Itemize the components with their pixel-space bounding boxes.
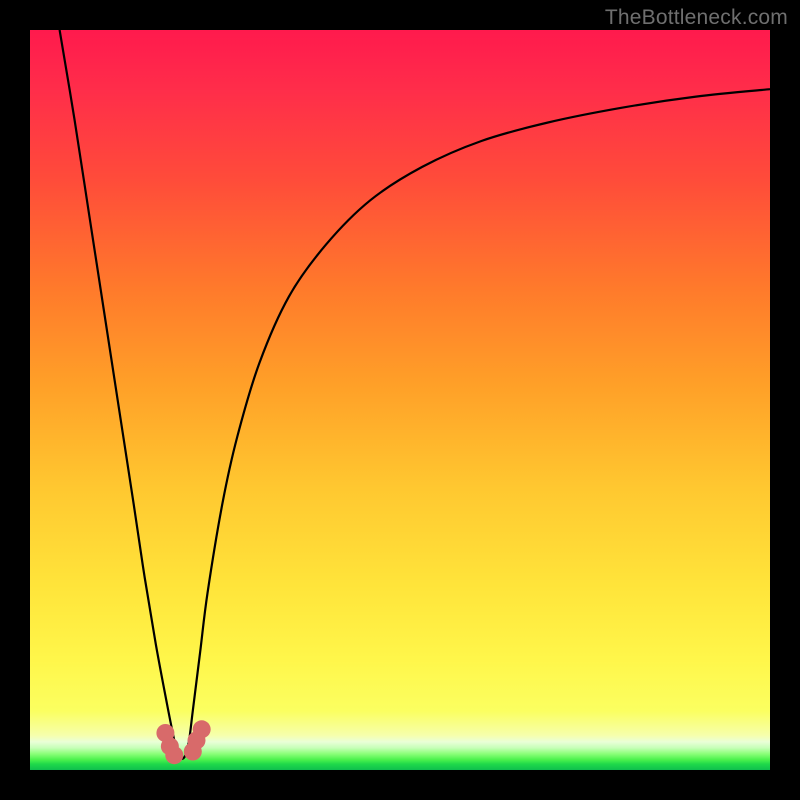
chart-frame: TheBottleneck.com — [0, 0, 800, 800]
curve-layer — [30, 30, 770, 770]
watermark-text: TheBottleneck.com — [605, 6, 788, 30]
bottleneck-curve — [60, 30, 770, 759]
plot-area — [30, 30, 770, 770]
marker-dot — [193, 720, 211, 738]
marker-dot — [165, 746, 183, 764]
